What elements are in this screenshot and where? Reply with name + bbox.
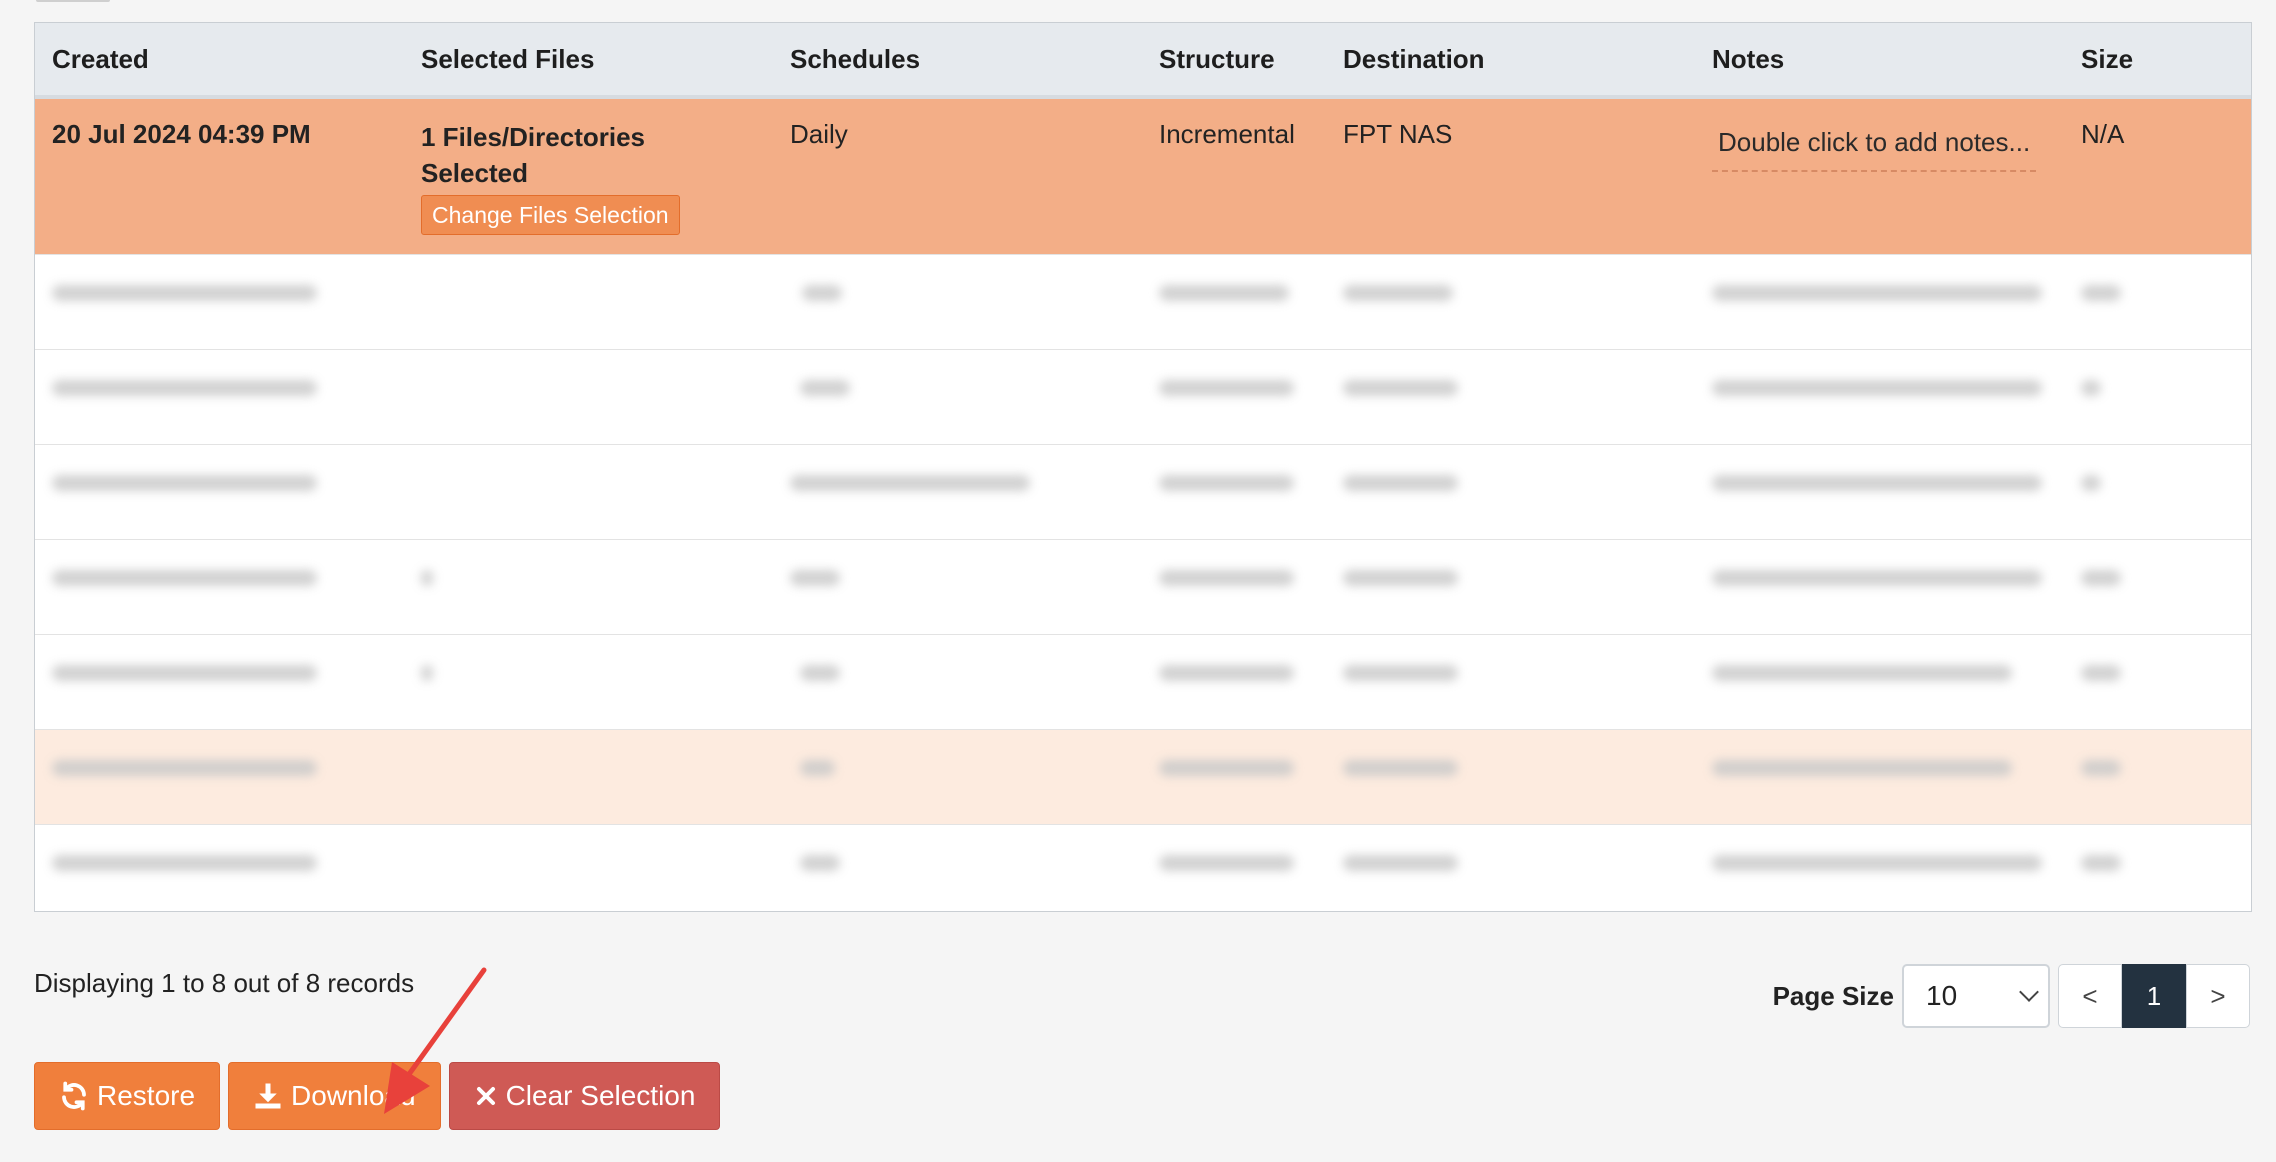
header-created[interactable]: Created <box>35 23 404 99</box>
cell-destination: FPT NAS <box>1326 97 1695 255</box>
table-row-blurred[interactable] <box>35 254 2251 350</box>
page-1-button[interactable]: 1 <box>2122 964 2186 1028</box>
blurred-cell <box>404 444 773 540</box>
blurred-cell <box>1142 349 1326 445</box>
backup-table: Created Selected Files Schedules Structu… <box>34 22 2252 912</box>
blurred-cell <box>404 824 773 911</box>
blurred-cell <box>1142 254 1326 350</box>
blurred-cell <box>2064 634 2251 730</box>
header-selected-files[interactable]: Selected Files <box>404 23 773 99</box>
cell-created: 20 Jul 2024 04:39 PM <box>35 97 404 255</box>
header-structure[interactable]: Structure <box>1142 23 1326 99</box>
blurred-cell <box>35 349 404 445</box>
cell-selected-files: 1 Files/Directories Selected Change File… <box>404 97 773 255</box>
blurred-cell <box>35 254 404 350</box>
blurred-cell <box>773 444 1142 540</box>
blurred-cell <box>773 349 1142 445</box>
blurred-cell <box>1326 539 1695 635</box>
blurred-cell <box>35 729 404 825</box>
header-size[interactable]: Size <box>2064 23 2251 99</box>
blurred-cell <box>1326 824 1695 911</box>
table-row-selected[interactable]: 20 Jul 2024 04:39 PM 1 Files/Directories… <box>35 97 2251 255</box>
blurred-cell <box>1326 254 1695 350</box>
blurred-cell <box>404 729 773 825</box>
blurred-cell <box>773 634 1142 730</box>
blurred-cell <box>2064 444 2251 540</box>
header-schedules[interactable]: Schedules <box>773 23 1142 99</box>
cell-schedule: Daily <box>773 97 1142 255</box>
clear-selection-label: Clear Selection <box>505 1080 696 1111</box>
records-count-text: Displaying 1 to 8 out of 8 records <box>34 968 415 998</box>
blurred-cell <box>2064 254 2251 350</box>
blurred-cell <box>1142 824 1326 911</box>
pagination: Page Size 10 < 1 > <box>1773 964 2250 1028</box>
refresh-icon <box>62 1081 86 1111</box>
blurred-cell <box>1326 444 1695 540</box>
blurred-cell <box>2064 539 2251 635</box>
blurred-cell <box>1695 349 2064 445</box>
table-row-blurred[interactable] <box>35 824 2251 911</box>
blurred-cell <box>773 254 1142 350</box>
blurred-cell <box>2064 729 2251 825</box>
blurred-cell <box>773 729 1142 825</box>
blurred-cell <box>1695 254 2064 350</box>
blurred-cell <box>1142 729 1326 825</box>
cell-size: N/A <box>2064 97 2251 255</box>
change-files-selection-button[interactable]: Change Files Selection <box>421 195 680 235</box>
blurred-cell <box>1695 539 2064 635</box>
download-icon <box>255 1083 281 1109</box>
blurred-cell <box>35 539 404 635</box>
previous-page-button[interactable]: < <box>2058 964 2122 1028</box>
page-size-value: 10 <box>1926 980 1958 1011</box>
blurred-cell <box>1695 729 2064 825</box>
annotation-arrow-icon <box>384 967 487 1114</box>
table-row-blurred[interactable] <box>35 634 2251 730</box>
blurred-cell <box>1142 444 1326 540</box>
cell-notes: Double click to add notes... <box>1695 97 2064 255</box>
page-size-label: Page Size <box>1772 980 1894 1011</box>
blurred-cell <box>1695 824 2064 911</box>
table-row-blurred[interactable] <box>35 539 2251 635</box>
blurred-cell <box>1326 349 1695 445</box>
table-header-row: Created Selected Files Schedules Structu… <box>35 23 2251 99</box>
blurred-cell <box>35 634 404 730</box>
header-notes[interactable]: Notes <box>1695 23 2064 99</box>
blurred-cell <box>1695 634 2064 730</box>
blurred-cell <box>404 634 773 730</box>
blurred-cell <box>404 349 773 445</box>
blurred-cell <box>1695 444 2064 540</box>
restore-label: Restore <box>97 1080 196 1111</box>
files-selected-count: 1 Files/Directories <box>421 122 645 152</box>
blurred-cell <box>1142 634 1326 730</box>
restore-button[interactable]: Restore <box>34 1062 221 1130</box>
blurred-cell <box>404 539 773 635</box>
blurred-cell <box>1326 634 1695 730</box>
table-row-blurred[interactable] <box>35 349 2251 445</box>
page-size-select[interactable]: 10 <box>1902 964 2050 1028</box>
table-row-blurred[interactable] <box>35 444 2251 540</box>
blurred-cell <box>2064 349 2251 445</box>
blurred-cell <box>1142 539 1326 635</box>
next-page-button[interactable]: > <box>2186 964 2250 1028</box>
blurred-cell <box>2064 824 2251 911</box>
notes-editable[interactable]: Double click to add notes... <box>1712 119 2037 172</box>
table-row-blurred-highlighted[interactable] <box>35 729 2251 825</box>
blurred-cell <box>773 824 1142 911</box>
header-destination[interactable]: Destination <box>1326 23 1695 99</box>
files-selected-word: Selected <box>421 158 528 188</box>
blurred-cell <box>404 254 773 350</box>
top-tab-edge <box>36 0 110 2</box>
cell-structure: Incremental <box>1142 97 1326 255</box>
chevron-down-icon <box>2019 982 2039 1002</box>
blurred-cell <box>35 444 404 540</box>
blurred-cell <box>1326 729 1695 825</box>
blurred-cell <box>35 824 404 911</box>
blurred-cell <box>773 539 1142 635</box>
